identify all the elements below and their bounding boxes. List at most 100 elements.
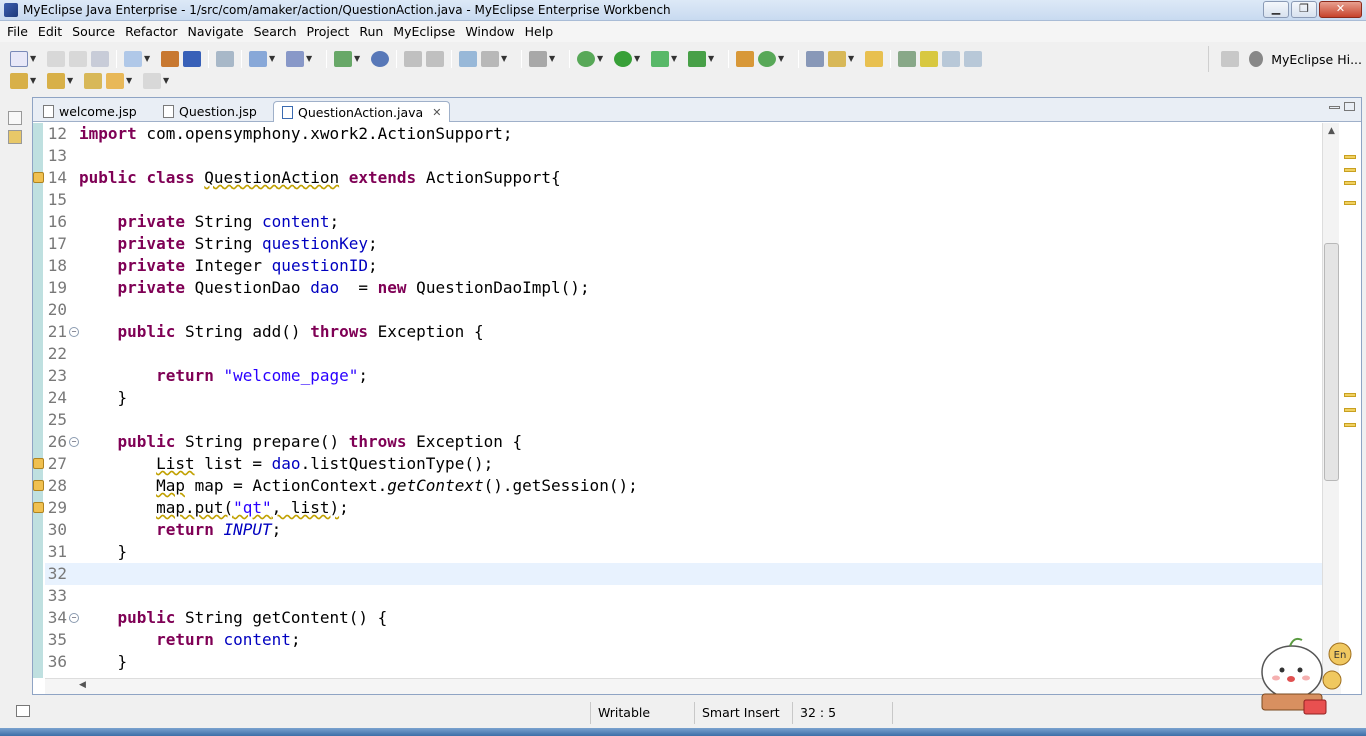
package-explorer-icon[interactable] — [8, 130, 22, 144]
server-icon[interactable] — [334, 50, 352, 67]
save-all-icon[interactable] — [69, 50, 87, 67]
jsf-icon[interactable] — [426, 50, 444, 67]
ime-mascot-icon[interactable]: En — [1240, 624, 1360, 724]
menu-file[interactable]: File — [2, 24, 33, 39]
new-java-package-icon[interactable] — [736, 50, 754, 67]
menu-navigate[interactable]: Navigate — [183, 24, 249, 39]
fold-collapse-icon[interactable]: − — [69, 613, 79, 623]
menu-edit[interactable]: Edit — [33, 24, 67, 39]
warning-overview-mark[interactable] — [1344, 181, 1356, 185]
menu-myeclipse[interactable]: MyEclipse — [388, 24, 460, 39]
warning-marker-icon[interactable] — [33, 172, 44, 183]
screenshot-dropdown-icon[interactable]: ▼ — [549, 51, 559, 67]
new-java-class-icon[interactable] — [758, 50, 776, 67]
horizontal-scrollbar[interactable]: ◀ — [45, 678, 1341, 694]
next-annotation-dropdown-icon[interactable]: ▼ — [30, 73, 40, 89]
minimize-view-icon[interactable] — [1329, 106, 1340, 109]
server-dropdown-icon[interactable]: ▼ — [354, 51, 364, 67]
toggle-block-icon[interactable] — [942, 50, 960, 67]
last-edit-location-icon[interactable] — [84, 73, 102, 89]
next-annotation-icon[interactable] — [10, 73, 28, 89]
previous-annotation-dropdown-icon[interactable]: ▼ — [67, 73, 77, 89]
menu-search[interactable]: Search — [249, 24, 302, 39]
new-icon[interactable] — [10, 50, 28, 67]
debug-dropdown-icon[interactable]: ▼ — [597, 51, 607, 67]
fold-collapse-icon[interactable]: − — [69, 437, 79, 447]
menu-source[interactable]: Source — [67, 24, 120, 39]
warning-overview-mark[interactable] — [1344, 408, 1356, 412]
new-wizard-icon[interactable] — [124, 50, 142, 67]
wizard-dropdown-icon[interactable]: ▼ — [144, 51, 154, 67]
fold-collapse-icon[interactable]: − — [69, 327, 79, 337]
project-deploy-icon[interactable] — [161, 50, 179, 67]
external-tools-icon[interactable] — [688, 50, 706, 67]
vertical-scrollbar[interactable]: ▲ — [1322, 123, 1339, 678]
server-deploy-icon[interactable] — [183, 50, 201, 67]
browser-icon[interactable] — [249, 50, 267, 67]
myeclipse-app-icon — [4, 3, 18, 17]
perspective-label[interactable]: MyEclipse Hi... — [1271, 52, 1362, 67]
highlighter-icon[interactable] — [920, 50, 938, 67]
save-icon[interactable] — [47, 50, 65, 67]
fast-view-icon[interactable] — [16, 705, 30, 717]
minimize-button[interactable]: ▁ — [1263, 1, 1289, 18]
tab-question-jsp[interactable]: Question.jsp — [155, 101, 265, 122]
pencil-dropdown-icon[interactable]: ▼ — [848, 51, 858, 67]
show-whitespace-icon[interactable] — [964, 50, 982, 67]
forward-icon[interactable] — [143, 73, 161, 89]
warning-overview-mark[interactable] — [1344, 155, 1356, 159]
pencil-icon[interactable] — [828, 50, 846, 67]
tab-close-icon[interactable]: ✕ — [432, 106, 441, 119]
code-area[interactable]: 12 import com.opensymphony.xwork2.ActionS… — [45, 123, 1329, 678]
report-icon[interactable] — [459, 50, 477, 67]
debug-icon[interactable] — [577, 50, 595, 67]
restore-view-icon[interactable] — [8, 111, 22, 125]
open-type-icon[interactable] — [216, 50, 234, 67]
coverage-icon[interactable] — [651, 50, 669, 67]
menu-window[interactable]: Window — [460, 24, 519, 39]
scroll-up-icon[interactable]: ▲ — [1323, 123, 1340, 139]
previous-annotation-icon[interactable] — [47, 73, 65, 89]
menu-help[interactable]: Help — [520, 24, 559, 39]
uml-icon[interactable] — [481, 50, 499, 67]
tab-questionaction-java[interactable]: QuestionAction.java ✕ — [273, 101, 451, 122]
forward-dropdown-icon[interactable]: ▼ — [163, 73, 173, 89]
warning-marker-icon[interactable] — [33, 502, 44, 513]
globe-icon[interactable] — [371, 50, 389, 67]
run-icon[interactable] — [614, 50, 632, 67]
external-tools-dropdown-icon[interactable]: ▼ — [708, 51, 718, 67]
web-service-icon[interactable] — [286, 50, 304, 67]
scroll-left-icon[interactable]: ◀ — [79, 680, 86, 690]
open-folder-icon[interactable] — [865, 50, 883, 67]
scrollbar-thumb[interactable] — [1324, 243, 1339, 481]
maximize-button[interactable]: ❐ — [1291, 1, 1317, 18]
browser-dropdown-icon[interactable]: ▼ — [269, 51, 279, 67]
warning-overview-mark[interactable] — [1344, 423, 1356, 427]
coverage-dropdown-icon[interactable]: ▼ — [671, 51, 681, 67]
screenshot-icon[interactable] — [529, 50, 547, 67]
close-button[interactable]: ✕ — [1319, 1, 1362, 18]
warning-marker-icon[interactable] — [33, 458, 44, 469]
tab-welcome-jsp[interactable]: welcome.jsp — [35, 101, 145, 122]
status-insert-mode[interactable]: Smart Insert — [694, 702, 792, 724]
ejb-icon[interactable] — [404, 50, 422, 67]
maximize-view-icon[interactable] — [1344, 102, 1355, 111]
uml-dropdown-icon[interactable]: ▼ — [501, 51, 511, 67]
warning-overview-mark[interactable] — [1344, 201, 1356, 205]
warning-overview-mark[interactable] — [1344, 168, 1356, 172]
run-dropdown-icon[interactable]: ▼ — [634, 51, 644, 67]
search-icon[interactable] — [898, 50, 916, 67]
new-dropdown-icon[interactable]: ▼ — [30, 51, 40, 67]
menu-refactor[interactable]: Refactor — [120, 24, 182, 39]
menu-run[interactable]: Run — [354, 24, 388, 39]
new-class-dropdown-icon[interactable]: ▼ — [778, 51, 788, 67]
open-perspective-icon[interactable] — [1221, 51, 1240, 67]
print-icon[interactable] — [91, 50, 109, 67]
warning-marker-icon[interactable] — [33, 480, 44, 491]
back-dropdown-icon[interactable]: ▼ — [126, 73, 136, 89]
back-icon[interactable] — [106, 73, 124, 89]
warning-overview-mark[interactable] — [1344, 393, 1356, 397]
menu-project[interactable]: Project — [302, 24, 355, 39]
web-service-dropdown-icon[interactable]: ▼ — [306, 51, 316, 67]
open-task-icon[interactable] — [806, 50, 824, 67]
